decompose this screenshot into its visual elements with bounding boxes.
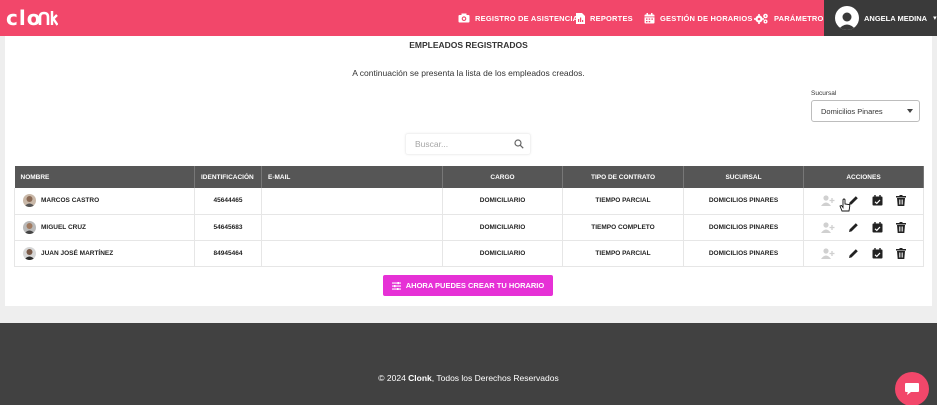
calendar-icon [644, 12, 655, 23]
cell-email [261, 214, 443, 241]
camera-icon [458, 13, 470, 23]
table-header-row: NOMBRE IDENTIFICACIÓN E-MAIL CARGO TIPO … [14, 166, 924, 188]
search-input[interactable] [415, 139, 510, 149]
cell-nombre: MIGUEL CRUZ [14, 214, 195, 241]
user-silhouette-icon [838, 12, 856, 30]
cell-sucursal: DOMICILIOS PINARES [683, 188, 804, 215]
copyright-suffix: , Todos los Derechos Reservados [431, 373, 559, 383]
user-menu[interactable]: ANGELA MEDINA ▾ [824, 0, 937, 36]
cell-email [261, 188, 443, 215]
add-user-icon[interactable] [820, 195, 835, 207]
cell-identificacion: 54645683 [194, 214, 262, 241]
header-acciones: ACCIONES [803, 166, 924, 188]
caret-down-icon [907, 109, 913, 113]
cell-email [261, 240, 443, 267]
nav-parametros[interactable]: PARÁMETROS [754, 0, 829, 36]
cell-cargo: DOMICILIARIO [442, 240, 563, 267]
cell-cargo: DOMICILIARIO [442, 188, 563, 215]
trash-icon[interactable] [896, 221, 907, 233]
user-name: ANGELA MEDINA [864, 13, 928, 23]
document-chart-icon [576, 12, 585, 24]
copyright-text: © 2024 Clonk, Todos los Derechos Reserva… [0, 373, 937, 383]
table-row: JUAN JOSÉ MARTÍNEZ 84945464 DOMICILIARIO… [14, 240, 924, 267]
calendar-check-icon[interactable] [872, 247, 883, 259]
create-schedule-label: AHORA PUEDES CREAR TU HORARIO [405, 281, 545, 290]
nav-label: GESTIÓN DE HORARIOS [660, 13, 753, 23]
footer: © 2024 Clonk, Todos los Derechos Reserva… [0, 323, 937, 405]
search-icon[interactable] [514, 139, 524, 149]
calendar-check-icon[interactable] [872, 221, 883, 233]
cell-acciones [803, 214, 924, 241]
employee-photo [23, 246, 36, 260]
add-user-icon[interactable] [820, 247, 835, 259]
cell-identificacion: 84945464 [194, 240, 262, 267]
pencil-icon[interactable] [848, 248, 859, 259]
page-subtitle: A continuación se presenta la lista de l… [352, 68, 585, 78]
hand-cursor-icon [839, 198, 851, 217]
employee-name: MIGUEL CRUZ [41, 223, 87, 231]
clonk-logo[interactable]: clo [6, 5, 59, 34]
logo-mark: clo [6, 6, 59, 30]
nav-reportes[interactable]: REPORTES [576, 0, 633, 36]
sucursal-selected-value: Domicilios Pinares [821, 106, 883, 116]
header-email[interactable]: E-MAIL [261, 166, 443, 188]
copyright-prefix: © 2024 [378, 373, 409, 383]
cell-tipo-contrato: TIEMPO PARCIAL [562, 188, 684, 215]
cell-identificacion: 45644465 [194, 188, 262, 215]
chat-button[interactable] [895, 372, 929, 405]
employees-card: EMPLEADOS REGISTRADOS A continuación se … [5, 36, 932, 306]
page-title: EMPLEADOS REGISTRADOS [409, 40, 528, 50]
cell-sucursal: DOMICILIOS PINARES [683, 214, 804, 241]
header-sucursal[interactable]: SUCURSAL [683, 166, 804, 188]
employee-photo [23, 194, 36, 208]
trash-icon[interactable] [896, 247, 907, 259]
add-user-icon[interactable] [820, 221, 835, 233]
table-row: MIGUEL CRUZ 54645683 DOMICILIARIO TIEMPO… [14, 214, 924, 241]
sucursal-label: Sucursal [811, 90, 837, 97]
cell-acciones [803, 188, 924, 215]
calendar-check-icon[interactable] [872, 195, 883, 206]
cell-acciones [803, 240, 924, 267]
header-identificacion[interactable]: IDENTIFICACIÓN [194, 166, 262, 188]
cell-cargo: DOMICILIARIO [442, 214, 563, 241]
cell-tipo-contrato: TIEMPO PARCIAL [562, 240, 684, 267]
trash-icon[interactable] [896, 195, 907, 207]
header-cargo[interactable]: CARGO [442, 166, 563, 188]
chevron-down-icon: ▾ [933, 15, 937, 22]
nav-label: REGISTRO DE ASISTENCIA [475, 13, 579, 23]
nav-gestion-horarios[interactable]: GESTIÓN DE HORARIOS [644, 0, 753, 36]
sucursal-select[interactable]: Domicilios Pinares [811, 100, 920, 122]
nav-label: PARÁMETROS [774, 13, 829, 23]
cell-tipo-contrato: TIEMPO COMPLETO [562, 214, 684, 241]
create-schedule-button[interactable]: AHORA PUEDES CREAR TU HORARIO [383, 275, 553, 296]
chat-bubble-icon [905, 383, 919, 395]
header-nombre[interactable]: NOMBRE [14, 166, 195, 188]
user-avatar [835, 6, 859, 30]
cell-nombre: JUAN JOSÉ MARTÍNEZ [14, 240, 195, 267]
sliders-icon [391, 281, 401, 290]
cell-sucursal: DOMICILIOS PINARES [683, 240, 804, 267]
header-tipo-contrato[interactable]: TIPO DE CONTRATO [562, 166, 684, 188]
nav-registro-asistencia[interactable]: REGISTRO DE ASISTENCIA [458, 0, 578, 36]
top-navbar: clo REGISTRO DE ASISTENCIA REPORTES GEST… [0, 0, 937, 36]
svg-text:clo: clo [6, 6, 41, 29]
gears-icon [754, 13, 768, 24]
copyright-brand: Clonk [408, 373, 432, 383]
cell-nombre: MARCOS CASTRO [14, 188, 195, 215]
employee-photo [23, 220, 36, 234]
employee-name: JUAN JOSÉ MARTÍNEZ [41, 249, 114, 257]
employees-table: NOMBRE IDENTIFICACIÓN E-MAIL CARGO TIPO … [14, 166, 924, 267]
search-box [405, 133, 531, 155]
table-row: MARCOS CASTRO 45644465 DOMICILIARIO TIEM… [14, 188, 924, 215]
pencil-icon[interactable] [848, 222, 859, 233]
employee-name: MARCOS CASTRO [41, 197, 100, 205]
nav-label: REPORTES [590, 13, 633, 23]
